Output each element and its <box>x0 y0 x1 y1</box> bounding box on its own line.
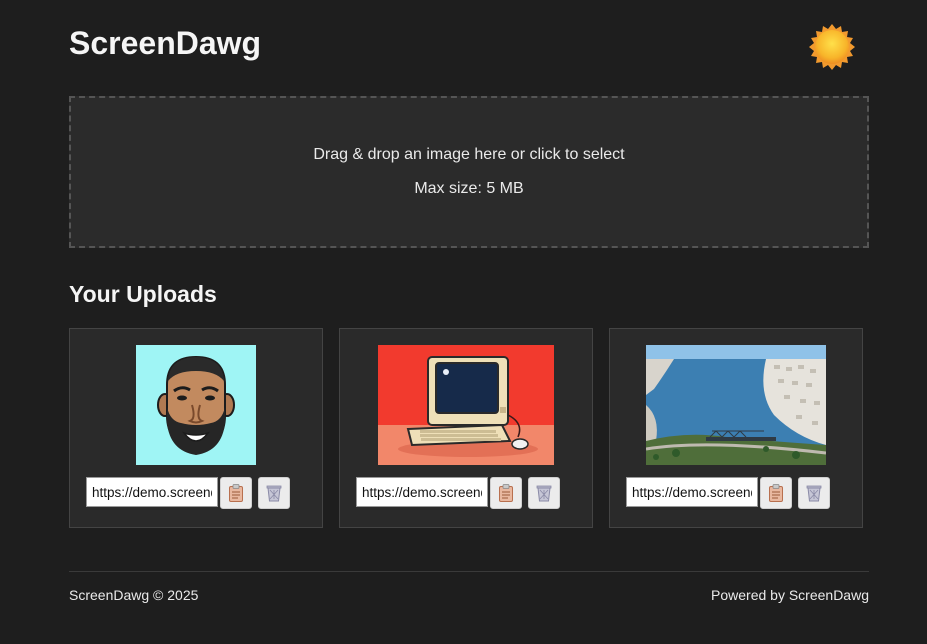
upload-thumbnail[interactable] <box>378 345 554 465</box>
upload-url-input[interactable] <box>626 477 758 507</box>
footer: ScreenDawg © 2025 Powered by ScreenDawg <box>69 571 869 603</box>
coastal-city-aerial <box>646 345 826 465</box>
upload-card <box>339 328 593 528</box>
trash-icon <box>266 485 282 502</box>
clipboard-icon <box>229 484 243 502</box>
dropzone-instruction: Drag & drop an image here or click to se… <box>313 146 625 163</box>
page-container: ScreenDawg Drag & drop an image here or … <box>69 0 869 603</box>
upload-card <box>609 328 863 528</box>
dropzone-max-size: Max size: 5 MB <box>414 180 524 197</box>
copy-url-button[interactable] <box>490 477 522 509</box>
upload-dropzone[interactable]: Drag & drop an image here or click to se… <box>69 96 869 248</box>
header: ScreenDawg <box>69 0 869 90</box>
clipboard-icon <box>499 484 513 502</box>
upload-url-input[interactable] <box>356 477 488 507</box>
uploads-heading: Your Uploads <box>69 281 217 307</box>
copy-url-button[interactable] <box>760 477 792 509</box>
footer-powered-by: Powered by ScreenDawg <box>711 587 869 603</box>
copy-url-button[interactable] <box>220 477 252 509</box>
bearded-man-avatar <box>136 345 256 465</box>
theme-toggle-button[interactable] <box>808 23 856 71</box>
sun-icon <box>809 24 855 70</box>
footer-copyright: ScreenDawg © 2025 <box>69 587 199 603</box>
upload-url-input[interactable] <box>86 477 218 507</box>
app-title: ScreenDawg <box>69 25 262 61</box>
upload-thumbnail[interactable] <box>646 345 826 465</box>
delete-upload-button[interactable] <box>528 477 560 509</box>
retro-computer <box>378 345 554 465</box>
trash-icon <box>806 485 822 502</box>
upload-thumbnail[interactable] <box>136 345 256 465</box>
delete-upload-button[interactable] <box>258 477 290 509</box>
clipboard-icon <box>769 484 783 502</box>
trash-icon <box>536 485 552 502</box>
uploads-list <box>69 328 869 528</box>
upload-card <box>69 328 323 528</box>
delete-upload-button[interactable] <box>798 477 830 509</box>
